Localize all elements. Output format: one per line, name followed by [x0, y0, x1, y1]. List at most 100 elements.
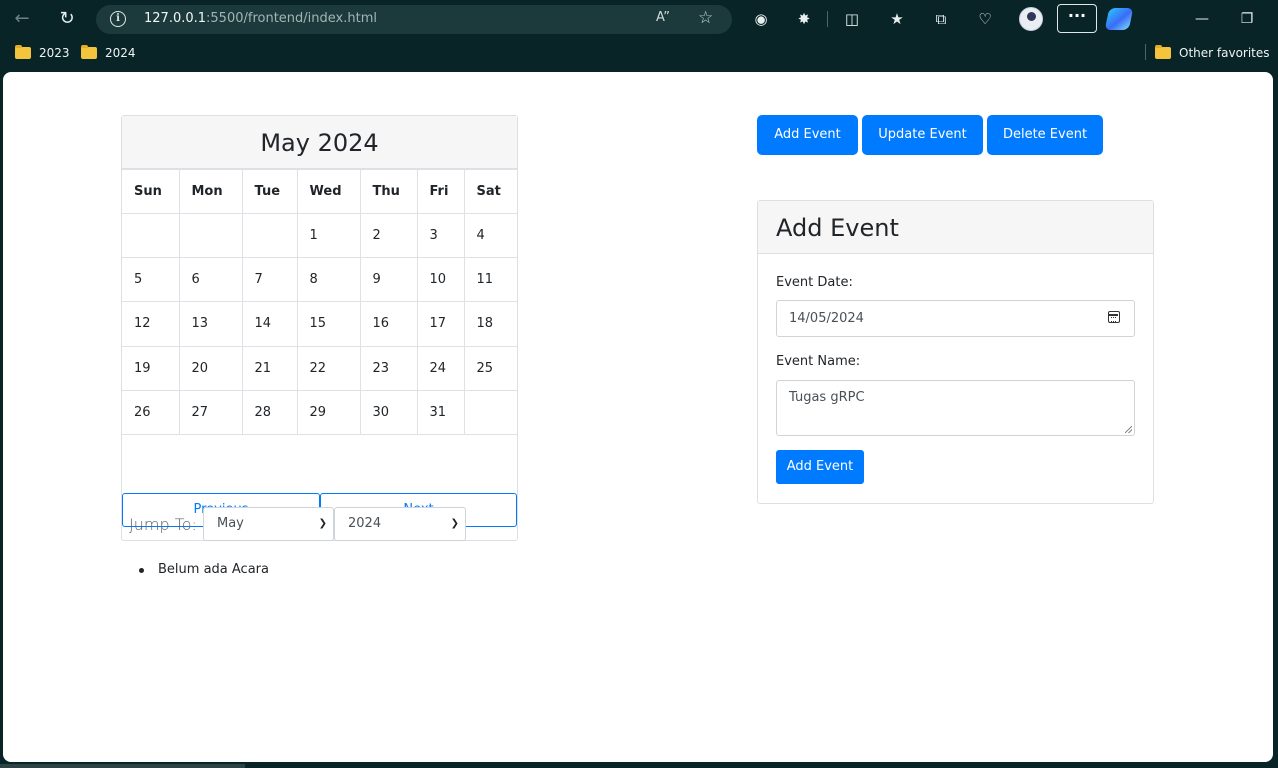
- calendar-day-cell[interactable]: 8: [296, 257, 361, 303]
- back-icon[interactable]: ←: [9, 6, 35, 32]
- weekday-sat: Sat: [463, 169, 517, 214]
- calendar-day-cell[interactable]: [463, 389, 517, 435]
- copilot-icon[interactable]: [1104, 8, 1134, 30]
- address-url[interactable]: 127.0.0.1:5500/frontend/index.html: [144, 11, 377, 26]
- calendar-day-cell[interactable]: 13: [178, 301, 243, 347]
- event-name-label: Event Name:: [776, 354, 861, 369]
- folder-icon: [1155, 45, 1171, 59]
- update-event-button[interactable]: Update Event: [862, 115, 983, 155]
- calendar-day-cell[interactable]: 11: [463, 257, 517, 303]
- calendar-picker-icon[interactable]: [1108, 311, 1120, 323]
- calendar-day-cell[interactable]: 3: [416, 212, 465, 259]
- event-date-value: 14/05/2024: [789, 311, 864, 326]
- calendar-day-cell[interactable]: 4: [463, 212, 517, 259]
- bookmark-folder-2024[interactable]: 2024: [81, 45, 136, 62]
- calendar-day-cell[interactable]: 31: [416, 389, 465, 435]
- site-info-icon[interactable]: i: [110, 11, 126, 27]
- calendar-day-cell[interactable]: 9: [359, 257, 418, 303]
- toolbar-divider: [827, 11, 828, 27]
- read-aloud-icon[interactable]: A”: [656, 10, 670, 25]
- favorites-icon[interactable]: ★: [884, 6, 910, 32]
- calendar-day-cell[interactable]: [241, 212, 298, 259]
- page-viewport: May 2024 Sun Mon Tue Wed Thu Fri Sat 123…: [3, 72, 1273, 762]
- calendar-week-row: 5 6 7 8 9 10 11: [122, 257, 517, 303]
- month-select[interactable]: May ❯: [203, 507, 334, 541]
- calendar-week-row: 26 27 28 29 30 31: [122, 389, 517, 435]
- calendar-day-cell[interactable]: 22: [296, 345, 361, 391]
- minimize-icon[interactable]: —: [1187, 6, 1217, 32]
- folder-icon: [15, 45, 31, 59]
- calendar-day-cell[interactable]: [178, 212, 243, 259]
- calendar-day-cell[interactable]: 19: [122, 345, 180, 391]
- calendar-day-cell[interactable]: [122, 212, 180, 259]
- calendar-day-cell[interactable]: 23: [359, 345, 418, 391]
- event-date-input[interactable]: 14/05/2024: [776, 300, 1135, 337]
- event-form-card: Add Event Event Date: 14/05/2024 Event N…: [757, 200, 1154, 504]
- event-name-textarea[interactable]: Tugas gRPC: [776, 380, 1135, 436]
- chevron-down-icon: ❯: [450, 518, 459, 529]
- weekday-thu: Thu: [359, 169, 418, 214]
- browser-toolbar: ← ↻ i 127.0.0.1:5500/frontend/index.html…: [0, 0, 1278, 38]
- calendar-week-row: 19 20 21 22 23 24 25: [122, 345, 517, 391]
- calendar-day-cell[interactable]: 18: [463, 301, 517, 347]
- calendar-day-cell[interactable]: 17: [416, 301, 465, 347]
- weekday-tue: Tue: [241, 169, 298, 214]
- event-name-value: Tugas gRPC: [789, 390, 865, 405]
- weekday-header-row: Sun Mon Tue Wed Thu Fri Sat: [122, 169, 517, 214]
- calendar-day-cell[interactable]: 20: [178, 345, 243, 391]
- delete-event-button[interactable]: Delete Event: [987, 115, 1103, 155]
- bookmark-folder-2023[interactable]: 2023: [15, 45, 70, 62]
- taskbar-edge: [0, 764, 245, 768]
- browser-essentials-icon[interactable]: ♡: [972, 6, 998, 32]
- profile-avatar[interactable]: [1019, 7, 1043, 31]
- calendar-day-cell[interactable]: 2: [359, 212, 418, 259]
- calendar-day-cell[interactable]: 12: [122, 301, 180, 347]
- bookmarks-divider: [1145, 44, 1146, 60]
- weekday-fri: Fri: [416, 169, 465, 214]
- calendar-day-cell[interactable]: 1: [296, 212, 361, 259]
- calendar-title: May 2024: [122, 116, 517, 169]
- calendar-week-row: 12 13 14 15 16 17 18: [122, 301, 517, 347]
- refresh-icon[interactable]: ↻: [54, 6, 80, 32]
- calendar-day-cell[interactable]: 30: [359, 389, 418, 435]
- restore-icon[interactable]: ❐: [1232, 6, 1262, 32]
- calendar-day-cell[interactable]: 29: [296, 389, 361, 435]
- event-date-label: Event Date:: [776, 275, 853, 290]
- calendar-card: May 2024 Sun Mon Tue Wed Thu Fri Sat 123…: [121, 115, 518, 541]
- calendar-day-cell[interactable]: 10: [416, 257, 465, 303]
- submit-add-event-button[interactable]: Add Event: [776, 450, 864, 484]
- calendar-day-cell[interactable]: 16: [359, 301, 418, 347]
- chevron-down-icon: ❯: [318, 518, 327, 529]
- weekday-mon: Mon: [178, 169, 243, 214]
- month-select-value: May: [217, 516, 244, 531]
- other-favorites[interactable]: Other favorites: [1155, 45, 1270, 62]
- calendar-grid: Sun Mon Tue Wed Thu Fri Sat 1 2 3 4 5 6 7 8 9 10 1…: [122, 169, 517, 435]
- form-title: Add Event: [758, 201, 1153, 254]
- calendar-day-cell[interactable]: 5: [122, 257, 180, 303]
- calendar-day-cell[interactable]: 26: [122, 389, 180, 435]
- weekday-wed: Wed: [296, 169, 361, 214]
- calendar-day-cell[interactable]: 6: [178, 257, 243, 303]
- calendar-day-cell[interactable]: 7: [241, 257, 298, 303]
- calendar-day-cell[interactable]: 21: [241, 345, 298, 391]
- calendar-day-cell[interactable]: 15: [296, 301, 361, 347]
- extension-icon[interactable]: ◉: [748, 6, 774, 32]
- add-event-button[interactable]: Add Event: [757, 115, 858, 155]
- calendar-day-cell[interactable]: 27: [178, 389, 243, 435]
- more-menu-button[interactable]: ···: [1057, 4, 1097, 33]
- collections-icon[interactable]: ⧉: [928, 6, 954, 32]
- resize-grip-icon[interactable]: [1125, 426, 1132, 433]
- year-select-value: 2024: [348, 516, 382, 531]
- weekday-sun: Sun: [122, 169, 180, 214]
- favorite-star-icon[interactable]: ☆: [698, 8, 713, 28]
- calendar-day-cell[interactable]: 25: [463, 345, 517, 391]
- split-screen-icon[interactable]: ◫: [839, 6, 865, 32]
- address-bar[interactable]: i 127.0.0.1:5500/frontend/index.html A” …: [96, 5, 732, 34]
- jump-to-label: Jump To:: [129, 515, 197, 534]
- calendar-day-cell[interactable]: 28: [241, 389, 298, 435]
- calendar-day-cell[interactable]: 24: [416, 345, 465, 391]
- year-select[interactable]: 2024 ❯: [334, 507, 466, 541]
- puzzle-extensions-icon[interactable]: ✸: [791, 6, 817, 32]
- bookmarks-bar: 2023 2024 Other favorites: [0, 38, 1278, 70]
- calendar-day-cell[interactable]: 14: [241, 301, 298, 347]
